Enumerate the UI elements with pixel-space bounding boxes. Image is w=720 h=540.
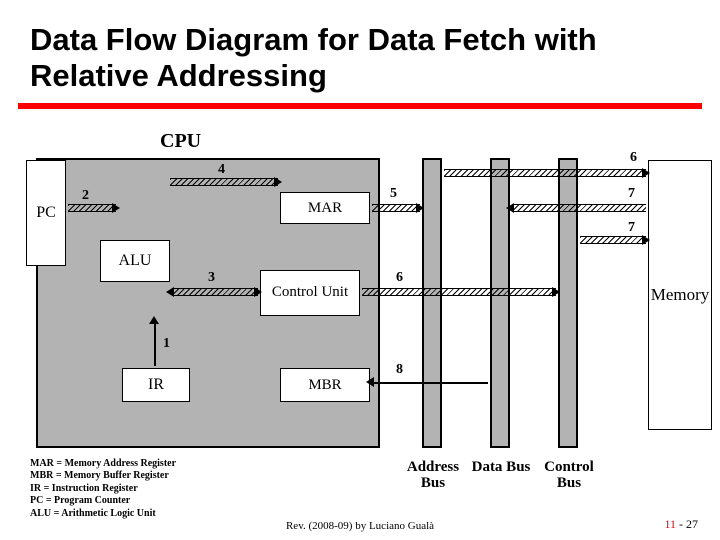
flow-7a xyxy=(512,204,646,212)
attribution: Rev. (2008-09) by Luciano Gualà xyxy=(0,520,720,532)
diagram-stage: CPU PC MAR ALU Control Unit IR MBR Memor… xyxy=(0,120,720,500)
flow-2 xyxy=(68,204,116,212)
flow-5 xyxy=(372,204,420,212)
step-1: 1 xyxy=(163,336,170,352)
data-bus xyxy=(490,158,510,448)
flow-6b xyxy=(362,288,556,296)
flow-2-head xyxy=(112,203,120,213)
flow-1 xyxy=(154,320,156,366)
flow-3 xyxy=(172,288,258,296)
page-title: Data Flow Diagram for Data Fetch with Re… xyxy=(0,0,720,103)
control-unit-box: Control Unit xyxy=(260,270,360,316)
step-5: 5 xyxy=(390,186,397,202)
title-underline xyxy=(18,103,702,109)
legend-line: IR = Instruction Register xyxy=(30,483,176,496)
control-bus-label: Control Bus xyxy=(534,460,604,492)
page-num: 27 xyxy=(686,517,698,531)
flow-3-head-l xyxy=(166,287,174,297)
step-3: 3 xyxy=(208,270,215,286)
memory-box: Memory xyxy=(648,160,712,430)
flow-5-head xyxy=(416,203,424,213)
legend-line: PC = Program Counter xyxy=(30,495,176,508)
step-6a: 6 xyxy=(630,150,637,166)
legend-line: MBR = Memory Buffer Register xyxy=(30,470,176,483)
step-4: 4 xyxy=(218,162,225,178)
step-6b: 6 xyxy=(396,270,403,286)
flow-4 xyxy=(170,178,278,186)
step-7a: 7 xyxy=(628,186,635,202)
flow-7b xyxy=(580,236,646,244)
flow-6a-head xyxy=(642,168,650,178)
step-7b: 7 xyxy=(628,220,635,236)
flow-8-head xyxy=(366,377,374,387)
address-bus-label: Address Bus xyxy=(398,460,468,492)
mar-box: MAR xyxy=(280,192,370,224)
flow-1-head xyxy=(149,316,159,324)
ir-box: IR xyxy=(122,368,190,402)
legend-line: ALU = Arithmetic Logic Unit xyxy=(30,508,176,521)
flow-8 xyxy=(372,382,488,384)
legend-line: MAR = Memory Address Register xyxy=(30,458,176,471)
address-bus xyxy=(422,158,442,448)
data-bus-label: Data Bus xyxy=(466,460,536,476)
page-chapter: 11 xyxy=(664,517,676,531)
cpu-label: CPU xyxy=(160,130,201,153)
flow-7b-head xyxy=(642,235,650,245)
page-number: 11 - 27 xyxy=(664,517,698,532)
legend: MAR = Memory Address Register MBR = Memo… xyxy=(30,458,176,521)
flow-7a-head xyxy=(506,203,514,213)
page-sep: - xyxy=(679,517,683,531)
step-8: 8 xyxy=(396,362,403,378)
flow-6b-head xyxy=(552,287,560,297)
flow-3-head-r xyxy=(254,287,262,297)
flow-4-head xyxy=(274,177,282,187)
pc-box: PC xyxy=(26,160,66,266)
step-2: 2 xyxy=(82,188,89,204)
control-bus xyxy=(558,158,578,448)
alu-box: ALU xyxy=(100,240,170,282)
mbr-box: MBR xyxy=(280,368,370,402)
memory-label: Memory xyxy=(651,285,710,305)
flow-6a xyxy=(444,169,646,177)
